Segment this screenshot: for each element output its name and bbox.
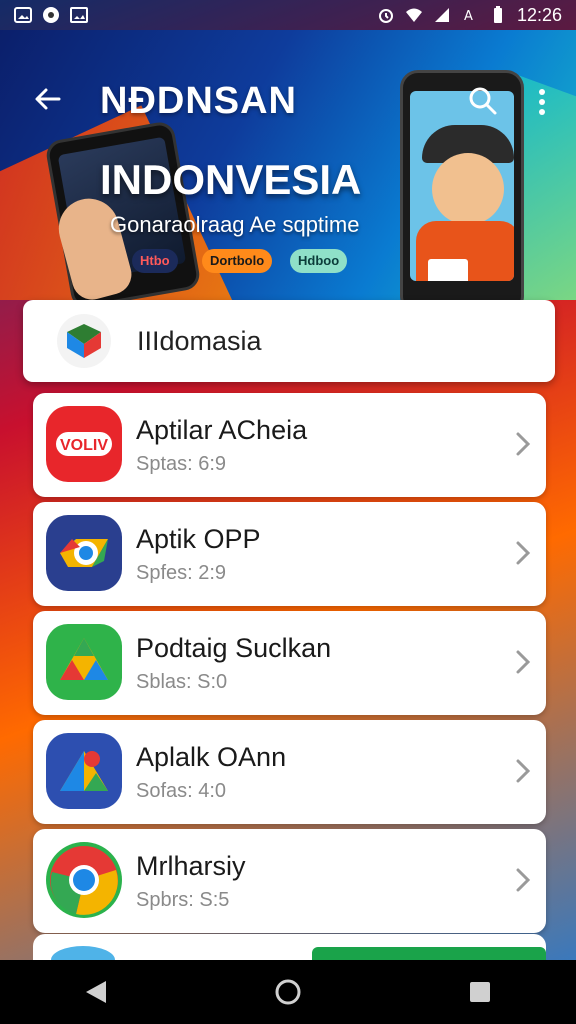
triangle-back-icon bbox=[86, 981, 106, 1003]
more-options-button[interactable] bbox=[528, 84, 556, 120]
arrow-left-icon bbox=[35, 88, 61, 110]
app-name: Aplalk OAnn bbox=[136, 742, 287, 772]
mascot-face bbox=[432, 153, 504, 225]
nav-recents-button[interactable] bbox=[450, 962, 510, 1022]
app-icon-text: VOLIV bbox=[60, 437, 108, 454]
square-recents-icon bbox=[470, 982, 490, 1002]
search-icon bbox=[469, 87, 497, 115]
more-vert-icon bbox=[539, 89, 545, 115]
app-name: Aptik OPP bbox=[136, 524, 261, 554]
gallery-icon bbox=[14, 7, 32, 23]
app-name: Mrlharsiy bbox=[136, 851, 246, 881]
list-item[interactable]: Aptik OPP Spfes: 2:9 bbox=[33, 502, 546, 606]
list-item[interactable]: VOLIV Aptilar ACheia Sptas: 6:9 bbox=[33, 393, 546, 497]
banner-chip: Hdboo bbox=[290, 249, 348, 273]
svg-text:A: A bbox=[464, 9, 473, 24]
app-meta: Sofas: 4:0 bbox=[136, 780, 227, 802]
page-title: NĐDNSAN bbox=[100, 80, 297, 122]
status-bar: A 12:26 bbox=[0, 0, 576, 30]
navigation-bar bbox=[0, 960, 576, 1024]
battery-icon bbox=[493, 6, 502, 23]
list-item[interactable]: Aplalk OAnn Sofas: 4:0 bbox=[33, 720, 546, 824]
nav-back-button[interactable] bbox=[66, 962, 126, 1022]
chevron-right-icon bbox=[516, 432, 531, 456]
app-icon bbox=[46, 515, 122, 591]
banner-chip: Htbo bbox=[132, 249, 178, 273]
section-icon bbox=[57, 314, 111, 368]
banner-heading: INDONVESIA bbox=[100, 156, 362, 203]
alarm-icon bbox=[378, 9, 393, 23]
chevron-right-icon bbox=[516, 650, 531, 674]
chevron-right-icon bbox=[516, 541, 531, 565]
app-meta: Sptas: 6:9 bbox=[136, 453, 227, 475]
record-icon bbox=[43, 7, 59, 23]
image-icon bbox=[70, 7, 88, 23]
app-name: Aptilar ACheia bbox=[136, 415, 308, 445]
wifi-icon bbox=[405, 8, 422, 22]
app-icon bbox=[46, 842, 122, 918]
chevron-right-icon bbox=[516, 868, 531, 892]
banner-subtitle: Gonaraolraag Ae sqptime bbox=[110, 212, 360, 237]
app-meta: Spfes: 2:9 bbox=[136, 562, 227, 584]
data-saver-icon: A bbox=[464, 9, 473, 24]
section-label: IIIdomasia bbox=[137, 326, 262, 356]
action-button-partial[interactable] bbox=[312, 947, 546, 960]
section-header[interactable]: IIIdomasia bbox=[23, 300, 555, 382]
search-button[interactable] bbox=[466, 84, 502, 120]
list-item[interactable]: Mrlharsiy Spbrs: S:5 bbox=[33, 829, 546, 933]
signal-icon bbox=[434, 8, 449, 22]
app-meta: Sblas: S:0 bbox=[136, 671, 228, 693]
app-name: Podtaig Suclkan bbox=[136, 633, 332, 663]
list-item[interactable]: Podtaig Suclkan Sblas: S:0 bbox=[33, 611, 546, 715]
app-icon: VOLIV bbox=[46, 406, 122, 482]
app-icon bbox=[46, 733, 122, 809]
header-banner: NĐDNSAN INDONVESIA Gonaraolraag Ae sqpti… bbox=[0, 30, 576, 300]
status-time: 12:26 bbox=[516, 4, 562, 25]
app-icon bbox=[46, 624, 122, 700]
nav-home-button[interactable] bbox=[258, 962, 318, 1022]
app-icon bbox=[51, 946, 115, 974]
app-list: IIIdomasia VOLIV Aptilar ACheia Sptas: 6… bbox=[0, 300, 576, 974]
circle-home-icon bbox=[275, 979, 301, 1005]
mascot-card bbox=[428, 259, 468, 281]
back-button[interactable] bbox=[28, 82, 68, 122]
banner-chip: Dortbolo bbox=[202, 249, 273, 273]
chevron-right-icon bbox=[516, 759, 531, 783]
app-meta: Spbrs: S:5 bbox=[136, 889, 230, 911]
mascot-phone-illustration bbox=[400, 70, 524, 300]
